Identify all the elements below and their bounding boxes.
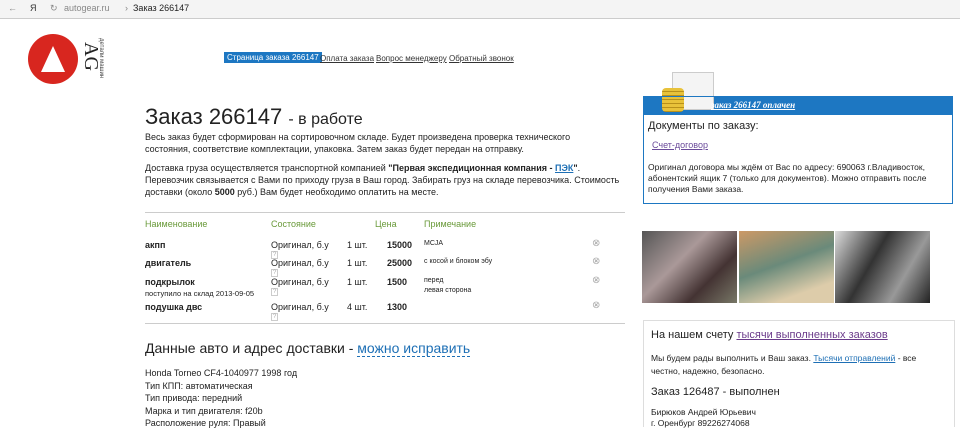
item-qty: 1 шт. bbox=[347, 258, 368, 268]
order-description: Весь заказ будет сформирован на сортиров… bbox=[145, 132, 571, 154]
docs-text: Оригинал договора мы ждём от Вас по адре… bbox=[648, 162, 927, 194]
item-arrival: поступило на склад 2013-09-05 bbox=[145, 289, 255, 298]
paid-box: Документы по заказу: Счет-договор Оригин… bbox=[643, 96, 953, 204]
col-price: Цена bbox=[375, 219, 397, 229]
car-heading: Данные авто и адрес доставки - можно исп… bbox=[145, 340, 471, 357]
item-qty: 4 шт. bbox=[347, 302, 368, 312]
item-note: перед bbox=[424, 277, 444, 284]
yandex-icon[interactable]: Я bbox=[30, 3, 37, 13]
tab-payment[interactable]: Оплата заказа bbox=[320, 54, 374, 63]
delivery-info: Доставка груза осуществляется транспортн… bbox=[145, 163, 620, 197]
item-note-2: левая сторона bbox=[424, 287, 472, 294]
promo-title: На нашем счету тысячи выполненных заказо… bbox=[651, 329, 888, 341]
item-name: акпп bbox=[145, 240, 166, 250]
item-name: двигатель bbox=[145, 258, 192, 268]
item-price: 25000 bbox=[387, 258, 413, 268]
browser-bar: ← Я ↻ autogear.ru › Заказ 266147 bbox=[0, 0, 960, 19]
url-domain[interactable]: autogear.ru bbox=[64, 3, 110, 13]
url-title[interactable]: Заказ 266147 bbox=[133, 3, 189, 13]
item-price: 15000 bbox=[387, 240, 413, 250]
carrier-link[interactable]: ПЭК bbox=[555, 163, 573, 173]
item-state: Оригинал, б.у bbox=[271, 277, 329, 287]
completed-order: Заказ 126487 - выполнен bbox=[651, 386, 780, 398]
help-icon[interactable]: ? bbox=[271, 313, 279, 321]
help-icon[interactable]: ? bbox=[271, 288, 279, 296]
promo-box: На нашем счету тысячи выполненных заказо… bbox=[643, 320, 955, 428]
item-name: подкрылок bbox=[145, 277, 195, 287]
item-qty: 1 шт. bbox=[347, 277, 368, 287]
col-state: Состояние bbox=[271, 219, 316, 229]
orders-link[interactable]: тысячи выполненных заказов bbox=[736, 329, 887, 341]
item-note: MCJA bbox=[424, 240, 444, 247]
item-state: Оригинал, б.у bbox=[271, 258, 329, 268]
order-status: - в работе bbox=[288, 111, 363, 128]
divider bbox=[145, 323, 625, 324]
remove-icon[interactable]: ⊗ bbox=[592, 300, 600, 311]
item-note: с косой и блоком эбу bbox=[424, 258, 493, 265]
page-title: Заказ 266147 - в работе bbox=[145, 104, 363, 129]
shipments-link[interactable]: Тысячи отправлений bbox=[813, 353, 895, 363]
item-state: Оригинал, б.у bbox=[271, 240, 329, 250]
col-name: Наименование bbox=[145, 219, 208, 229]
contract-link[interactable]: Счет-договор bbox=[652, 140, 708, 150]
tab-callback[interactable]: Обратный звонок bbox=[449, 54, 514, 63]
tab-order-page[interactable]: Страница заказа 266147 bbox=[224, 52, 322, 63]
item-price: 1500 bbox=[387, 277, 408, 287]
back-icon[interactable]: ← bbox=[8, 3, 17, 13]
divider bbox=[145, 212, 625, 213]
customer-name: Бирюков Андрей Юрьевич bbox=[651, 407, 756, 417]
edit-car-link[interactable]: можно исправить bbox=[357, 340, 471, 357]
part-photo[interactable] bbox=[835, 231, 930, 303]
help-icon[interactable]: ? bbox=[271, 269, 279, 277]
docs-title: Документы по заказу: bbox=[648, 120, 759, 132]
url-separator: › bbox=[125, 3, 128, 13]
logo[interactable] bbox=[28, 34, 78, 84]
part-photo[interactable] bbox=[642, 231, 737, 303]
remove-icon[interactable]: ⊗ bbox=[592, 256, 600, 267]
item-qty: 1 шт. bbox=[347, 240, 368, 250]
col-note: Примечание bbox=[424, 219, 477, 229]
remove-icon[interactable]: ⊗ bbox=[592, 238, 600, 249]
part-photo[interactable] bbox=[739, 231, 834, 303]
car-details: Honda Torneo CF4-1040977 1998 год Тип КПП… bbox=[145, 368, 298, 428]
remove-icon[interactable]: ⊗ bbox=[592, 275, 600, 286]
promo-text: Мы будем рады выполнить и Ваш заказ. Тыс… bbox=[651, 353, 917, 376]
item-state: Оригинал, б.у bbox=[271, 302, 329, 312]
item-name: подушка двс bbox=[145, 302, 203, 312]
tab-ask-manager[interactable]: Вопрос менеджеру bbox=[376, 54, 447, 63]
item-price: 1300 bbox=[387, 302, 408, 312]
reload-icon[interactable]: ↻ bbox=[50, 3, 58, 14]
logo-tagline: детали машин bbox=[98, 38, 104, 79]
customer-city: г. Оренбург 89226274068 bbox=[651, 418, 750, 428]
